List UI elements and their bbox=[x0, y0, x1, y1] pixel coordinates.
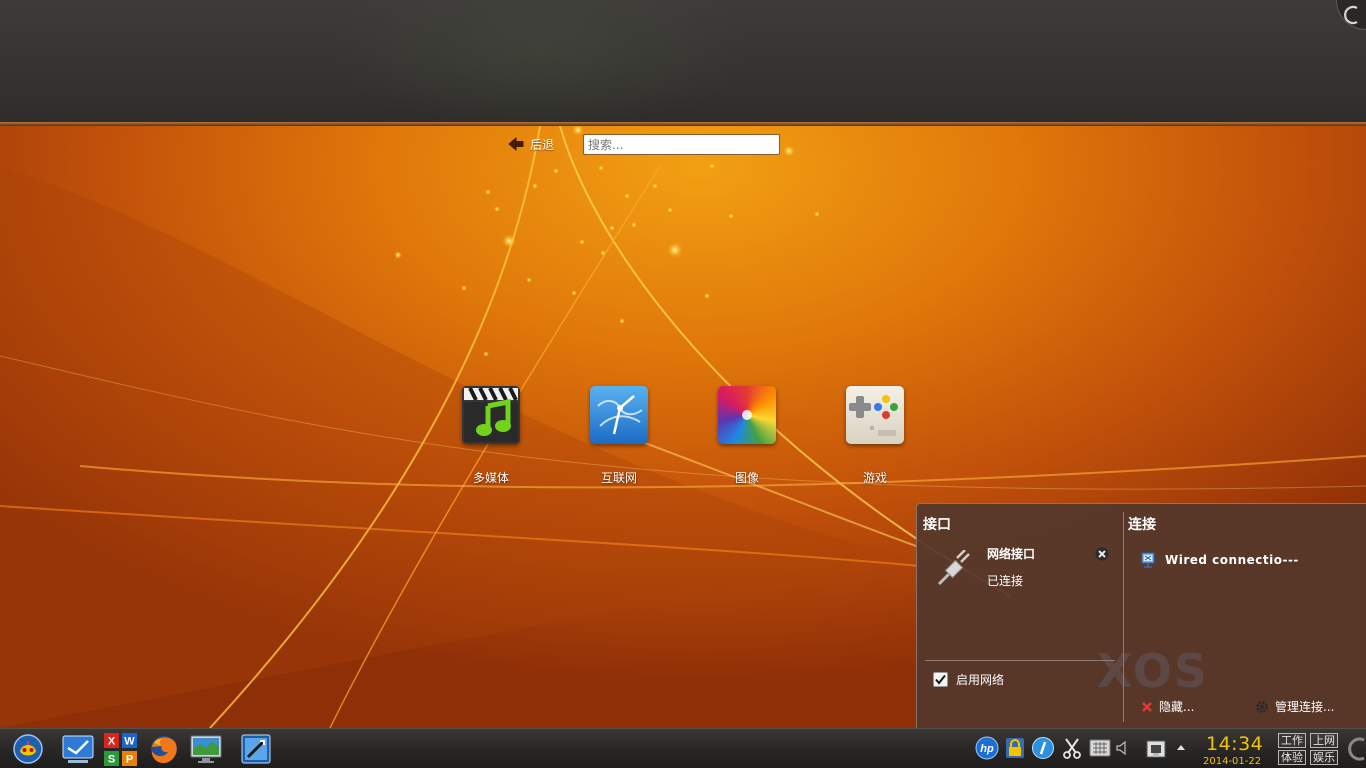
launcher-graphics[interactable]: 图像 bbox=[697, 386, 797, 486]
show-desktop-button[interactable] bbox=[1346, 734, 1366, 764]
connections-title: 连接 bbox=[1128, 517, 1156, 533]
screenshot-app-icon bbox=[241, 734, 271, 764]
manage-connections-label: 管理连接... bbox=[1275, 700, 1335, 714]
red-x-icon bbox=[1142, 701, 1152, 712]
close-icon[interactable] bbox=[1095, 547, 1109, 561]
enable-network-toggle[interactable]: 启用网络 bbox=[933, 671, 1004, 688]
scissors-tray-button[interactable] bbox=[1062, 737, 1082, 761]
wps-office-button[interactable]: X W S P bbox=[103, 732, 137, 766]
firefox-button[interactable] bbox=[148, 733, 180, 765]
keyboard-tray-button[interactable] bbox=[1089, 737, 1111, 761]
corner-arc-icon bbox=[1344, 5, 1358, 25]
hp-icon: hp bbox=[975, 736, 999, 760]
wired-connection-label: Wired connectio--- bbox=[1165, 553, 1299, 567]
graphics-icon bbox=[718, 386, 776, 444]
launcher-multimedia[interactable]: 多媒体 bbox=[441, 386, 541, 486]
tray-expand-icon bbox=[1177, 745, 1185, 750]
wps-office-icon: X W S P bbox=[104, 733, 137, 766]
start-menu-icon bbox=[13, 734, 43, 764]
manage-connections-button[interactable]: 管理连接... bbox=[1255, 698, 1334, 715]
mode-internet-button[interactable]: 上网 bbox=[1310, 733, 1338, 748]
enable-network-checkbox[interactable] bbox=[933, 672, 948, 687]
ethernet-plug-icon bbox=[937, 550, 970, 586]
clock-time[interactable]: 14:34 bbox=[1206, 733, 1263, 755]
launcher-label: 互联网 bbox=[600, 471, 637, 485]
games-icon bbox=[846, 386, 904, 444]
hide-label: 隐藏... bbox=[1159, 700, 1195, 714]
arrow-left-icon bbox=[508, 137, 524, 151]
search-input[interactable] bbox=[583, 134, 780, 155]
wps-letter: S bbox=[108, 754, 115, 766]
screenshot-app-button[interactable] bbox=[240, 733, 272, 765]
corner-arc-icon bbox=[1348, 737, 1365, 761]
clock-date[interactable]: 2014-01-22 bbox=[1203, 756, 1261, 767]
desktop-app-button[interactable] bbox=[62, 733, 94, 765]
enable-network-label: 启用网络 bbox=[956, 673, 1005, 687]
launcher-games[interactable]: 游戏 bbox=[825, 386, 925, 486]
hp-text: hp bbox=[980, 743, 994, 755]
scissors-icon bbox=[1063, 738, 1081, 759]
desktop-icon bbox=[62, 735, 94, 763]
launcher-label: 多媒体 bbox=[472, 471, 509, 485]
interfaces-title: 接口 bbox=[923, 517, 951, 533]
monitor-app-button[interactable] bbox=[190, 733, 222, 765]
launcher-internet[interactable]: 互联网 bbox=[569, 386, 669, 486]
hide-button[interactable]: 隐藏... bbox=[1141, 698, 1194, 715]
network-icon bbox=[1146, 740, 1166, 758]
launcher-label: 游戏 bbox=[862, 471, 887, 485]
monitor-icon bbox=[190, 735, 222, 763]
lock-icon bbox=[1006, 738, 1024, 758]
info-icon bbox=[1032, 737, 1054, 759]
back-label: 后退 bbox=[530, 137, 555, 152]
multimedia-icon bbox=[462, 386, 520, 444]
launcher-label: 图像 bbox=[734, 471, 759, 485]
firefox-icon bbox=[151, 736, 177, 764]
network-tray-button[interactable] bbox=[1144, 737, 1168, 761]
mode-experience-button[interactable]: 体验 bbox=[1278, 750, 1306, 765]
wired-connection-item[interactable]: Wired connectio--- bbox=[1141, 552, 1299, 568]
corner-toggle-button[interactable] bbox=[1336, 0, 1366, 30]
row-divider bbox=[925, 660, 1115, 661]
gear-icon bbox=[1256, 700, 1268, 713]
internet-icon bbox=[590, 386, 648, 444]
info-tray-button[interactable] bbox=[1031, 736, 1055, 760]
hp-tray-button[interactable]: hp bbox=[974, 736, 1000, 760]
mode-work-button[interactable]: 工作 bbox=[1278, 733, 1306, 748]
start-menu-button[interactable] bbox=[12, 733, 44, 765]
volume-tray-button[interactable] bbox=[1115, 739, 1129, 763]
keyboard-icon bbox=[1089, 739, 1111, 757]
checkmark-icon bbox=[935, 674, 946, 685]
interface-name: 网络接口 bbox=[987, 547, 1036, 561]
column-divider bbox=[1123, 512, 1124, 722]
xos-watermark: XOS bbox=[1097, 644, 1210, 698]
wps-letter: X bbox=[108, 736, 116, 748]
lock-tray-button[interactable] bbox=[1004, 736, 1026, 760]
top-glow bbox=[330, 0, 750, 124]
dashboard-top-band bbox=[0, 0, 1366, 124]
tray-expand-button[interactable] bbox=[1175, 741, 1187, 765]
mode-entertainment-button[interactable]: 娱乐 bbox=[1310, 750, 1338, 765]
interface-status: 已连接 bbox=[987, 574, 1024, 588]
wps-letter: W bbox=[124, 736, 135, 748]
network-connection-icon bbox=[1141, 552, 1155, 568]
back-button[interactable]: 后退 bbox=[508, 134, 554, 154]
network-popup: XOS 接口 连接 网络接口 已连接 Wired connectio--- 启用… bbox=[916, 503, 1366, 728]
volume-icon bbox=[1116, 740, 1126, 756]
wps-letter: P bbox=[126, 754, 133, 766]
